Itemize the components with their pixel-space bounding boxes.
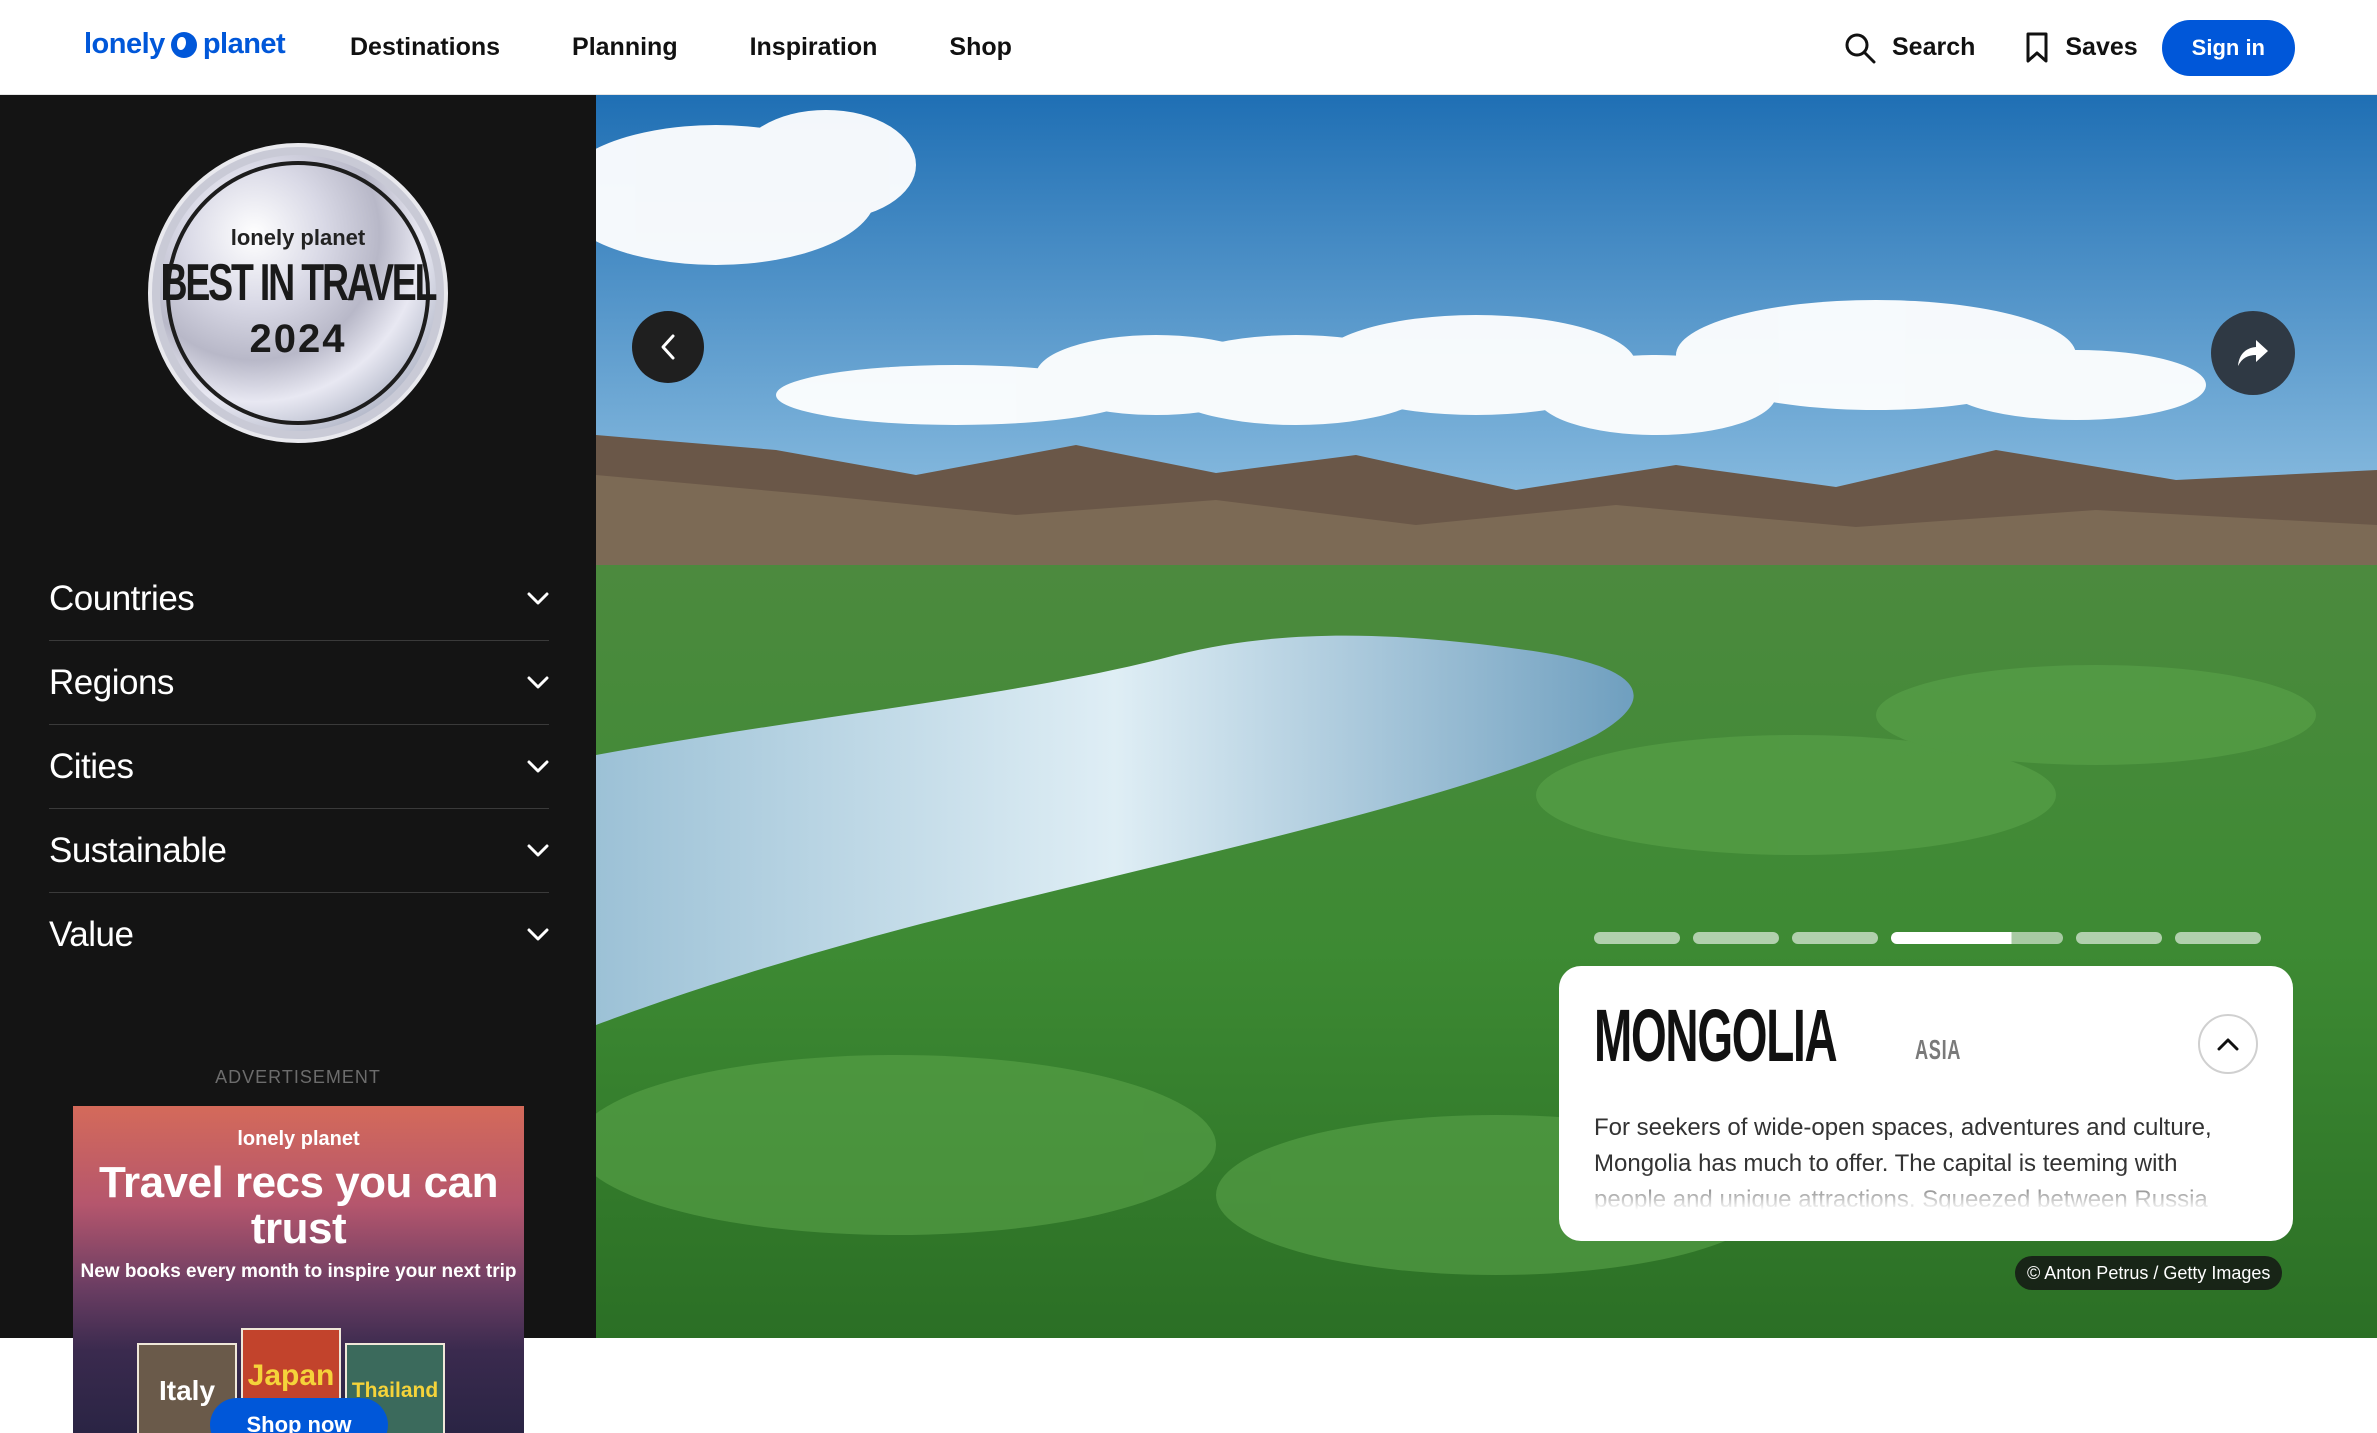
search-button[interactable]: Search [1844, 32, 1975, 64]
sign-in-button[interactable]: Sign in [2161, 19, 2295, 76]
globe-icon [170, 31, 197, 58]
shop-now-button[interactable]: Shop now [210, 1398, 388, 1433]
photo-credit: © Anton Petrus / Getty Images [2015, 1256, 2283, 1290]
destination-card: MONGOLIA ASIA For seekers of wide-open s… [1559, 966, 2293, 1241]
menu-item-sustainable[interactable]: Sustainable [49, 809, 549, 893]
chevron-down-icon [527, 760, 549, 772]
share-button[interactable] [2211, 311, 2295, 395]
sidebar: lonely planet BEST IN TRAVEL 2024 Countr… [0, 95, 596, 1433]
nav-inspiration[interactable]: Inspiration [750, 33, 878, 62]
menu-item-label: Countries [49, 578, 195, 618]
logo-text-left: lonely [84, 28, 165, 60]
nav-planning[interactable]: Planning [572, 33, 678, 62]
slide-progress [1594, 932, 2261, 944]
chevron-left-icon [661, 334, 675, 360]
menu-item-label: Value [49, 915, 134, 954]
ad-headline: Travel recs you can trust [99, 1158, 498, 1253]
logo-text-right: planet [202, 28, 286, 60]
menu-item-label: Cities [49, 746, 134, 786]
destination-title: MONGOLIA ASIA [1594, 999, 1986, 1073]
menu-item-countries[interactable]: Countries [49, 557, 549, 641]
previous-slide-button[interactable] [632, 311, 704, 383]
slide-indicator[interactable] [2076, 932, 2162, 944]
chevron-down-icon [527, 928, 549, 941]
lonely-planet-logo[interactable]: lonely planet [84, 28, 286, 61]
saves-button[interactable]: Saves [2025, 32, 2138, 64]
search-label: Search [1891, 33, 1976, 61]
advertisement-banner[interactable]: lonely planet Travel recs you can trust … [73, 1106, 524, 1433]
chevron-down-icon [527, 676, 549, 688]
slide-indicator[interactable] [1693, 932, 1779, 944]
destination-region: ASIA [1914, 1034, 1962, 1065]
collapse-card-button[interactable] [2198, 1014, 2258, 1074]
main-nav: Destinations Planning Inspiration Shop [350, 0, 1012, 95]
chevron-down-icon [527, 592, 549, 604]
category-menu: Countries Regions Cities Sustainable Val… [49, 557, 549, 977]
share-arrow-icon [2238, 340, 2268, 366]
search-icon [1845, 33, 1876, 63]
menu-item-cities[interactable]: Cities [49, 725, 549, 809]
slide-indicator[interactable] [1594, 932, 1680, 944]
slide-indicator-active[interactable] [1891, 932, 2063, 944]
best-in-travel-badge: lonely planet BEST IN TRAVEL 2024 [148, 143, 448, 443]
chevron-down-icon [527, 844, 549, 856]
slide-indicator[interactable] [1792, 932, 1878, 944]
nav-destinations[interactable]: Destinations [350, 33, 500, 62]
top-navigation-bar: lonely planet Destinations Planning Insp… [0, 0, 2377, 95]
menu-item-regions[interactable]: Regions [49, 641, 549, 725]
badge-title: BEST IN TRAVEL [160, 253, 438, 312]
nav-shop[interactable]: Shop [949, 33, 1012, 62]
header-tools: Search Saves Sign in [1844, 0, 2295, 95]
badge-brand: lonely planet [230, 224, 366, 250]
ad-subline: New books every month to inspire your ne… [80, 1261, 517, 1282]
advertisement-label: ADVERTISEMENT [215, 1067, 381, 1087]
menu-item-value[interactable]: Value [49, 893, 549, 977]
destination-description: For seekers of wide-open spaces, adventu… [1594, 1114, 2212, 1210]
slide-indicator[interactable] [2175, 932, 2261, 944]
saves-label: Saves [2065, 33, 2138, 61]
menu-item-label: Regions [49, 662, 174, 702]
menu-item-label: Sustainable [49, 830, 227, 870]
ad-brand: lonely planet [237, 1128, 360, 1150]
bookmark-icon [2026, 32, 2048, 62]
badge-inner: lonely planet BEST IN TRAVEL 2024 [161, 161, 438, 425]
badge-year: 2024 [249, 316, 347, 361]
chevron-up-icon [2217, 1038, 2239, 1051]
destination-country[interactable]: MONGOLIA [1594, 999, 1838, 1073]
